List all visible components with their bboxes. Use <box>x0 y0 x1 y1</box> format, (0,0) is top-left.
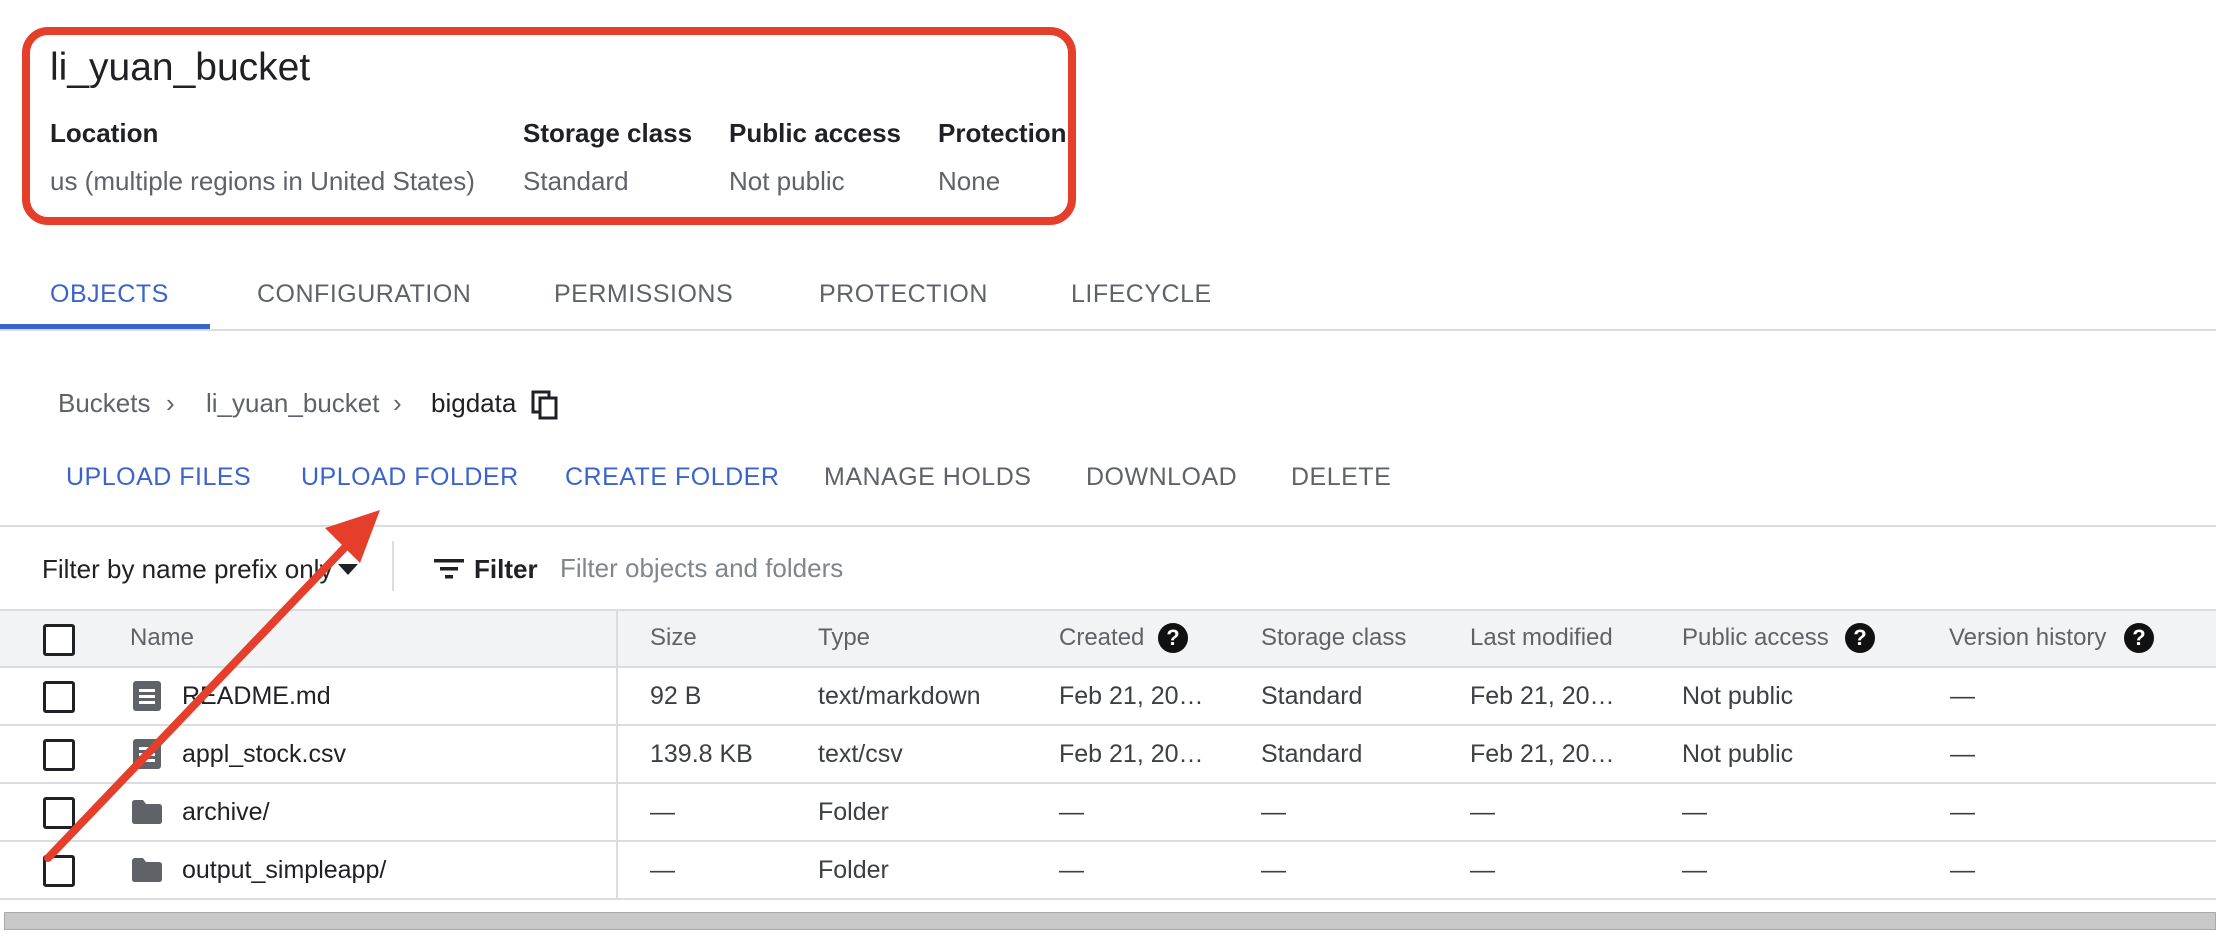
object-size: 139.8 KB <box>650 740 753 768</box>
bucket-title: li_yuan_bucket <box>50 46 311 89</box>
folder-icon <box>132 800 162 824</box>
column-header-type[interactable]: Type <box>818 624 870 652</box>
table-top-border <box>0 609 2216 611</box>
row-checkbox[interactable] <box>43 797 75 829</box>
tab-permissions[interactable]: PERMISSIONS <box>554 280 733 309</box>
tab-configuration[interactable]: CONFIGURATION <box>257 280 471 309</box>
folder-icon <box>132 858 162 882</box>
breadcrumb-current-folder: bigdata <box>431 388 517 418</box>
location-value: us (multiple regions in United States) <box>50 166 475 196</box>
public-access-label: Public access <box>729 118 901 148</box>
row-checkbox[interactable] <box>43 855 75 887</box>
storage-class-value: Standard <box>523 166 629 196</box>
upload-folder-button[interactable]: UPLOAD FOLDER <box>301 463 519 492</box>
toolbar-divider <box>0 525 2216 527</box>
row-checkbox[interactable] <box>43 681 75 713</box>
object-type: text/csv <box>818 740 903 768</box>
object-created: — <box>1059 856 1084 884</box>
column-header-version-history[interactable]: Version history <box>1949 624 2106 652</box>
object-created: — <box>1059 798 1084 826</box>
chevron-right-icon: › <box>166 388 175 418</box>
protection-value: None <box>938 166 1001 196</box>
column-header-storage-class[interactable]: Storage class <box>1261 624 1406 652</box>
object-version-history: — <box>1950 798 1975 826</box>
object-type: Folder <box>818 856 889 884</box>
protection-label: Protection <box>938 118 1067 148</box>
help-icon[interactable]: ? <box>1158 623 1188 653</box>
object-public-access: — <box>1682 856 1707 884</box>
filter-icon[interactable] <box>434 557 464 581</box>
chevron-right-icon: › <box>393 388 402 418</box>
file-icon <box>133 739 161 769</box>
filter-mode-select[interactable]: Filter by name prefix only <box>42 554 332 585</box>
upload-files-button[interactable]: UPLOAD FILES <box>66 463 251 492</box>
object-version-history: — <box>1950 740 1975 768</box>
manage-holds-button[interactable]: MANAGE HOLDS <box>824 463 1031 492</box>
column-header-last-modified[interactable]: Last modified <box>1470 624 1613 652</box>
object-type: text/markdown <box>818 682 981 710</box>
row-divider <box>0 840 2216 842</box>
tab-objects[interactable]: OBJECTS <box>50 280 169 309</box>
download-button[interactable]: DOWNLOAD <box>1086 463 1237 492</box>
object-version-history: — <box>1950 682 1975 710</box>
object-storage-class: — <box>1261 856 1286 884</box>
copy-icon[interactable] <box>531 390 559 420</box>
file-icon <box>133 681 161 711</box>
location-label: Location <box>50 118 159 148</box>
object-name-link[interactable]: archive/ <box>182 798 270 827</box>
column-header-size[interactable]: Size <box>650 624 697 652</box>
create-folder-button[interactable]: CREATE FOLDER <box>565 463 779 492</box>
row-divider <box>0 724 2216 726</box>
tab-protection[interactable]: PROTECTION <box>819 280 988 309</box>
tabs-divider <box>0 329 2216 331</box>
filter-label[interactable]: Filter <box>474 554 538 585</box>
horizontal-scrollbar[interactable] <box>4 912 2216 930</box>
object-name-link[interactable]: appl_stock.csv <box>182 740 346 769</box>
column-divider <box>616 611 618 898</box>
row-divider <box>0 666 2216 668</box>
object-name-link[interactable]: README.md <box>182 682 331 711</box>
object-created: Feb 21, 20… <box>1059 740 1204 768</box>
object-name-link[interactable]: output_simpleapp/ <box>182 856 386 885</box>
object-created: Feb 21, 20… <box>1059 682 1204 710</box>
column-header-name[interactable]: Name <box>130 624 194 652</box>
object-public-access: Not public <box>1682 740 1794 768</box>
object-last-modified: — <box>1470 856 1495 884</box>
delete-button[interactable]: DELETE <box>1291 463 1391 492</box>
object-last-modified: Feb 21, 20… <box>1470 740 1615 768</box>
object-public-access: — <box>1682 798 1707 826</box>
filter-divider <box>392 541 394 591</box>
tab-lifecycle[interactable]: LIFECYCLE <box>1071 280 1212 309</box>
select-all-checkbox[interactable] <box>43 624 75 656</box>
help-icon[interactable]: ? <box>1845 623 1875 653</box>
table-bottom-border <box>0 898 2216 900</box>
public-access-value: Not public <box>729 166 845 196</box>
object-size: — <box>650 798 675 826</box>
object-version-history: — <box>1950 856 1975 884</box>
row-divider <box>0 782 2216 784</box>
object-storage-class: — <box>1261 798 1286 826</box>
breadcrumb-buckets[interactable]: Buckets <box>58 388 151 419</box>
object-last-modified: Feb 21, 20… <box>1470 682 1615 710</box>
row-checkbox[interactable] <box>43 739 75 771</box>
column-header-public-access[interactable]: Public access <box>1682 624 1829 652</box>
object-size: 92 B <box>650 682 702 710</box>
breadcrumb-bucket[interactable]: li_yuan_bucket <box>206 388 379 419</box>
column-header-created[interactable]: Created <box>1059 624 1144 652</box>
object-storage-class: Standard <box>1261 682 1363 710</box>
object-last-modified: — <box>1470 798 1495 826</box>
help-icon[interactable]: ? <box>2124 623 2154 653</box>
object-type: Folder <box>818 798 889 826</box>
caret-down-icon[interactable] <box>338 564 358 575</box>
storage-class-label: Storage class <box>523 118 693 148</box>
filter-objects-input[interactable] <box>560 548 1460 588</box>
object-storage-class: Standard <box>1261 740 1363 768</box>
object-size: — <box>650 856 675 884</box>
object-public-access: Not public <box>1682 682 1794 710</box>
